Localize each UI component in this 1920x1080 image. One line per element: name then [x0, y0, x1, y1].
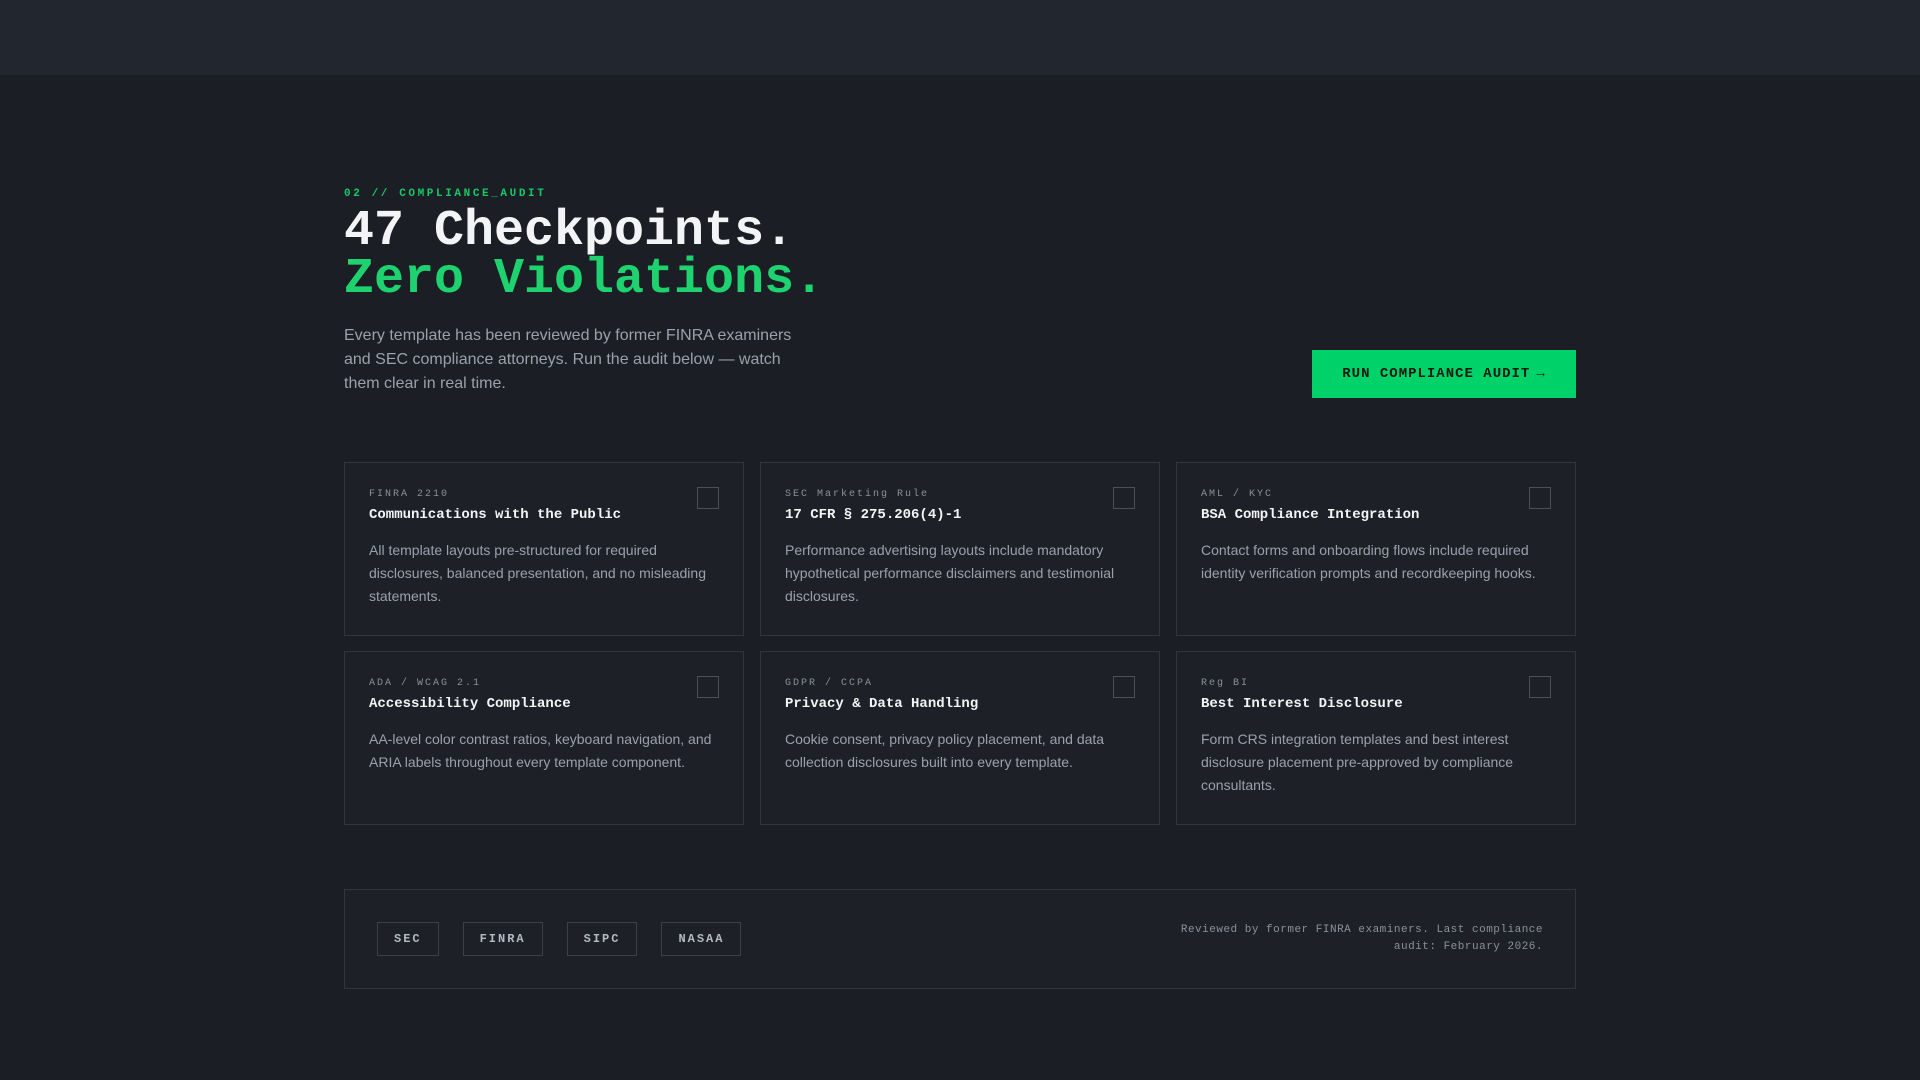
checkpoint-tag: FINRA 2210 — [369, 489, 450, 500]
review-note: Reviewed by former FINRA examiners. Last… — [1180, 924, 1543, 953]
checkpoint-title: Privacy & Data Handling — [785, 696, 979, 712]
checkpoint-description: Contact forms and onboarding flows inclu… — [1201, 542, 1536, 581]
checkpoint-checkbox[interactable] — [1529, 487, 1551, 509]
cta-label: RUN COMPLIANCE AUDIT — [1342, 366, 1531, 382]
checkpoint-description: Cookie consent, privacy policy placement… — [785, 731, 1105, 770]
badge-sec: SEC — [377, 922, 439, 956]
checkpoint-title: Communications with the Public — [369, 507, 622, 523]
regulator-badges: SEC FINRA SIPC NASAA — [377, 922, 742, 956]
checkpoint-title: Best Interest Disclosure — [1201, 696, 1403, 712]
checkpoint-card: GDPR / CCPA Privacy & Data Handling Cook… — [760, 651, 1160, 825]
badge-sipc: SIPC — [566, 922, 638, 956]
badge-nasaa: NASAA — [661, 922, 742, 956]
checkpoint-card: Reg BI Best Interest Disclosure Form CRS… — [1176, 651, 1576, 825]
section-lead: Every template has been reviewed by form… — [344, 327, 792, 392]
checkpoint-card: ADA / WCAG 2.1 Accessibility Compliance … — [344, 651, 744, 825]
checkpoint-grid: FINRA 2210 Communications with the Publi… — [344, 462, 1576, 825]
run-compliance-audit-button[interactable]: RUN COMPLIANCE AUDIT → — [1312, 350, 1576, 398]
checkpoint-card: SEC Marketing Rule 17 CFR § 275.206(4)-1… — [760, 462, 1160, 636]
headline-line-1: 47 Checkpoints. — [344, 203, 795, 260]
arrow-right-icon: → — [1536, 366, 1546, 382]
checkpoint-tag: SEC Marketing Rule — [785, 489, 930, 500]
headline-line-2: Zero Violations. — [344, 251, 825, 308]
checkpoint-checkbox[interactable] — [697, 487, 719, 509]
checkpoint-checkbox[interactable] — [1529, 676, 1551, 698]
checkpoint-title: BSA Compliance Integration — [1201, 507, 1420, 523]
checkpoint-tag: Reg BI — [1201, 678, 1250, 689]
checkpoint-card: FINRA 2210 Communications with the Publi… — [344, 462, 744, 636]
checkpoint-card: AML / KYC BSA Compliance Integration Con… — [1176, 462, 1576, 636]
checkpoint-description: AA-level color contrast ratios, keyboard… — [369, 731, 712, 770]
checkpoint-checkbox[interactable] — [1113, 487, 1135, 509]
section-headline: 47 Checkpoints. Zero Violations. — [344, 203, 825, 308]
regulator-panel: SEC FINRA SIPC NASAA Reviewed by former … — [344, 889, 1576, 989]
checkpoint-tag: ADA / WCAG 2.1 — [369, 678, 482, 689]
checkpoint-description: Performance advertising layouts include … — [785, 542, 1115, 604]
checkpoint-description: All template layouts pre-structured for … — [369, 542, 706, 604]
checkpoint-checkbox[interactable] — [1113, 676, 1135, 698]
checkpoint-checkbox[interactable] — [697, 676, 719, 698]
checkpoint-title: 17 CFR § 275.206(4)-1 — [785, 507, 962, 523]
checkpoint-title: Accessibility Compliance — [369, 696, 571, 712]
top-navigation-bar — [0, 0, 1920, 75]
badge-finra: FINRA — [462, 922, 543, 956]
section-eyebrow: 02 // COMPLIANCE_AUDIT — [344, 188, 547, 200]
checkpoint-tag: GDPR / CCPA — [785, 678, 874, 689]
checkpoint-description: Form CRS integration templates and best … — [1201, 731, 1514, 793]
checkpoint-tag: AML / KYC — [1201, 489, 1274, 500]
